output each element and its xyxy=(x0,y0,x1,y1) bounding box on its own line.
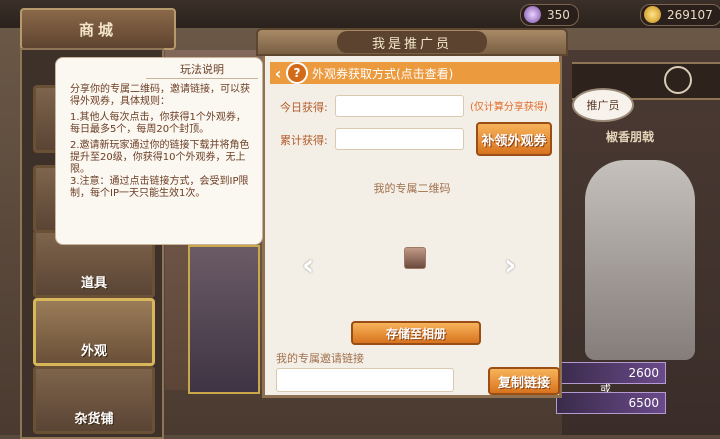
gem-amount: 350 xyxy=(547,8,570,22)
gem-counter: 350 xyxy=(520,4,579,26)
coin-counter: 269107 xyxy=(640,4,720,26)
total-label: 累计获得: xyxy=(280,134,328,147)
price-value: 6500 xyxy=(628,396,659,410)
sidebar-item-label: 外观 xyxy=(80,344,107,359)
right-arrow-icon[interactable]: › xyxy=(504,248,516,283)
shop-title: 商城 xyxy=(20,8,176,50)
rules-popup: 玩法说明 分享你的专属二维码，邀请链接，可以获得外观券，具体规则： 1.其他人每… xyxy=(55,57,263,245)
coin-amount: 269107 xyxy=(667,8,713,22)
modal-title: 我是推广员 xyxy=(337,31,487,53)
sidebar-item-label: 道具 xyxy=(80,276,107,291)
coin-icon xyxy=(644,6,661,23)
today-count-field xyxy=(335,95,464,117)
rules-title: 玩法说明 xyxy=(146,62,258,79)
left-arrow-icon[interactable]: ‹ xyxy=(302,248,314,283)
sidebar-item-appearance[interactable]: 外观 xyxy=(33,298,155,366)
gem-icon xyxy=(524,6,541,23)
price-gems[interactable]: 2600 xyxy=(556,362,666,384)
rules-intro: 分享你的专属二维码，邀请链接，可以获得外观券，具体规则： xyxy=(70,84,250,107)
sidebar-item-label: 杂货铺 xyxy=(74,412,114,427)
coupon-method-label: 外观券获取方式(点击查看) xyxy=(312,66,454,81)
pointing-hand-icon[interactable] xyxy=(664,66,692,94)
promoter-tag[interactable]: 推广员 xyxy=(572,88,634,122)
invite-link-field[interactable] xyxy=(276,368,454,392)
price-coins[interactable]: 6500 xyxy=(556,392,666,414)
link-caption: 我的专属邀请链接 xyxy=(276,352,364,365)
coupon-method-bar[interactable]: ‹ ? 外观券获取方式(点击查看) xyxy=(270,62,560,84)
rules-item-1: 1.其他人每次点击，你获得1个外观券，每日最多5个，每周20个封顶。 xyxy=(70,112,246,135)
character-name: 椒香朋戟 xyxy=(605,130,654,144)
today-label: 今日获得: xyxy=(280,101,328,114)
total-count-field xyxy=(335,128,464,150)
rules-item-2: 2.邀请新玩家通过你的链接下载并将角色提升至20级，你获得10个外观券，无上限。… xyxy=(70,140,250,199)
copy-link-button[interactable]: 复制链接 xyxy=(488,367,560,395)
price-value: 2600 xyxy=(628,366,659,380)
share-note: (仅计算分享获得) xyxy=(470,102,548,113)
save-to-album-button[interactable]: 存储至相册 xyxy=(351,321,481,345)
question-icon[interactable]: ? xyxy=(286,62,308,84)
redeem-coupon-button[interactable]: 补领外观券 xyxy=(476,122,552,156)
sidebar-item-grocery[interactable]: 杂货铺 xyxy=(33,366,155,434)
skin-card[interactable] xyxy=(188,245,260,394)
back-chevron-icon[interactable]: ‹ xyxy=(270,64,286,83)
qr-caption: 我的专属二维码 xyxy=(373,182,451,195)
qr-code-image xyxy=(404,247,426,269)
character-illustration xyxy=(585,160,695,360)
